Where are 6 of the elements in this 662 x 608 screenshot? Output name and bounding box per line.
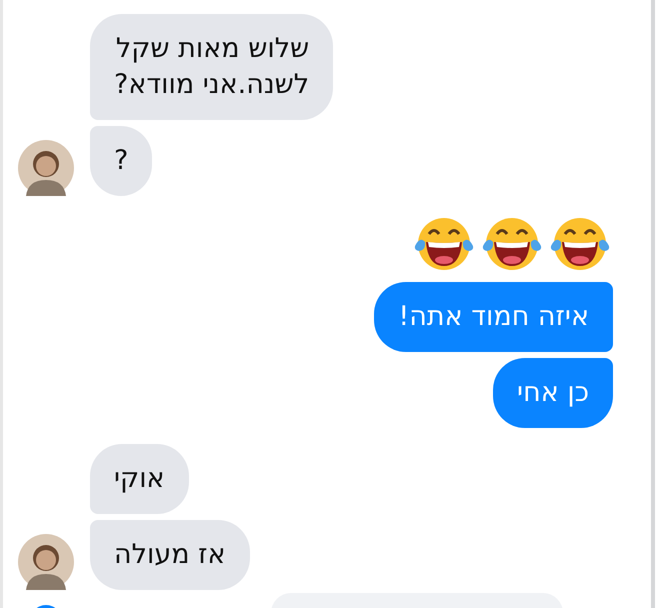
message-bubble: איזה חמוד אתה! bbox=[374, 282, 613, 352]
message-bubble: אז מעולה bbox=[90, 520, 250, 590]
message-bubble: כן אחי bbox=[493, 358, 613, 428]
message-bubble: שלוש מאות שקל לשנה.אני מוודא? bbox=[90, 14, 334, 120]
message-bubble: אוקי bbox=[90, 444, 189, 514]
message-bubble: ? bbox=[90, 126, 152, 196]
